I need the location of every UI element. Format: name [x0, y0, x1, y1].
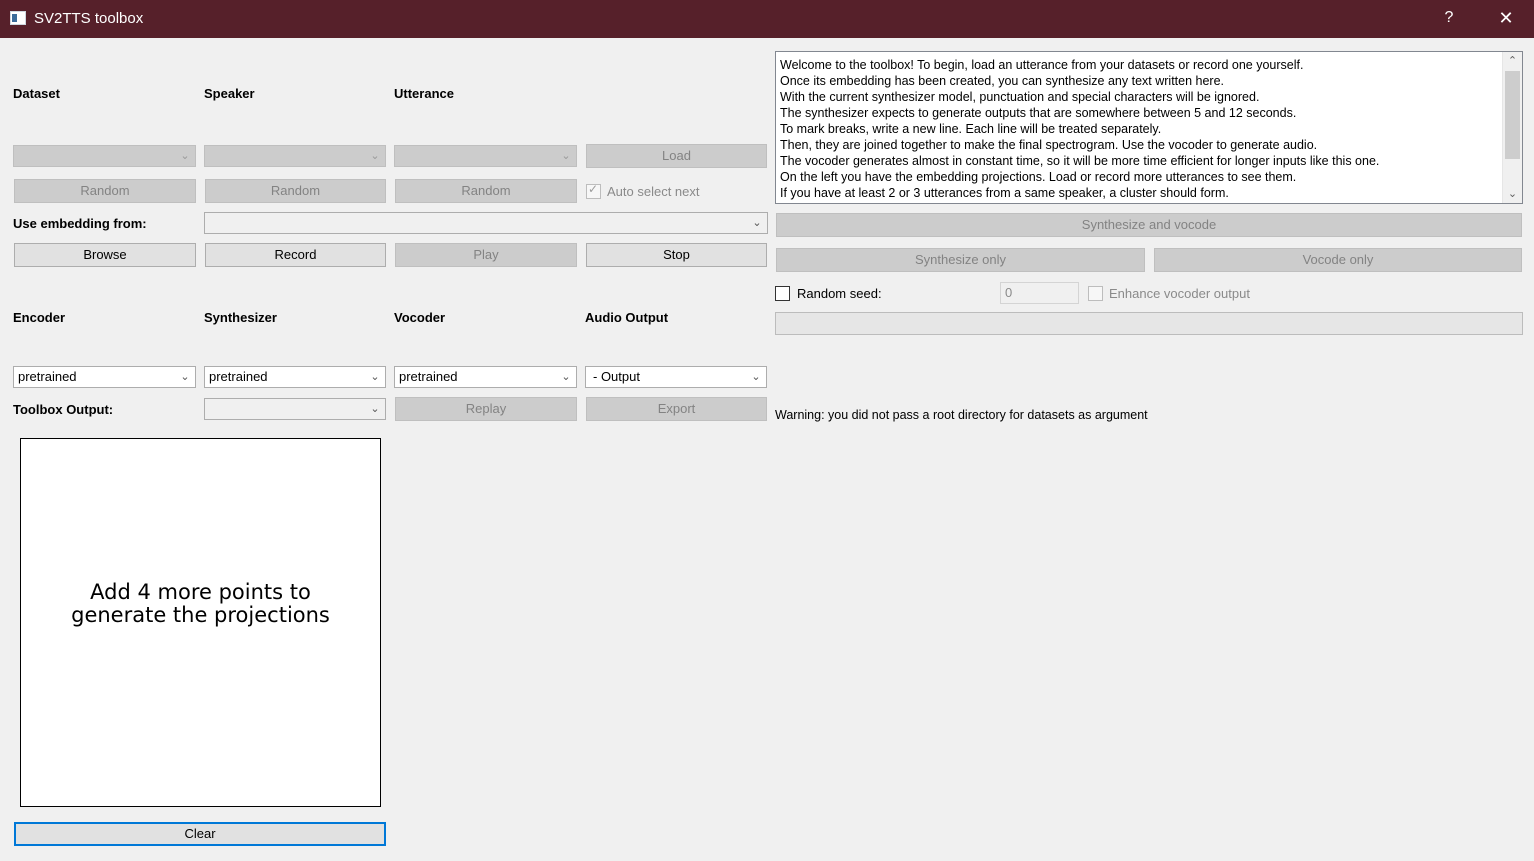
synthesizer-value: pretrained — [209, 369, 268, 384]
vocoder-label: Vocoder — [394, 310, 446, 325]
chevron-down-icon: ⌄ — [561, 150, 571, 162]
text-line: The synthesizer expects to generate outp… — [780, 106, 1297, 120]
stop-button[interactable]: Stop — [586, 243, 767, 267]
title-bar: SV2TTS toolbox ? ✕ — [0, 0, 1534, 38]
vocoder-value: pretrained — [399, 369, 458, 384]
chevron-down-icon: ⌄ — [561, 371, 571, 383]
chevron-up-icon[interactable]: ⌃ — [1503, 52, 1522, 70]
replay-button[interactable]: Replay — [395, 397, 577, 421]
export-button[interactable]: Export — [586, 397, 767, 421]
random-dataset-button[interactable]: Random — [14, 179, 196, 203]
text-line: Welcome to the toolbox! To begin, load a… — [780, 58, 1304, 72]
close-icon[interactable]: ✕ — [1496, 8, 1516, 29]
projections-message: Add 4 more points to generate the projec… — [21, 581, 380, 627]
progress-bar — [775, 312, 1523, 335]
chevron-down-icon: ⌄ — [180, 150, 190, 162]
dataset-select[interactable]: ⌄ — [13, 145, 196, 167]
embedding-select[interactable]: ⌄ — [204, 212, 768, 234]
random-seed-checkbox[interactable] — [775, 286, 790, 301]
browse-button[interactable]: Browse — [14, 243, 196, 267]
encoder-label: Encoder — [13, 310, 66, 325]
synthesizer-label: Synthesizer — [204, 310, 277, 325]
auto-select-label: Auto select next — [607, 184, 700, 199]
seed-input[interactable]: 0 — [1000, 282, 1079, 304]
random-utterance-button[interactable]: Random — [395, 179, 577, 203]
vocode-only-button[interactable]: Vocode only — [1154, 248, 1522, 272]
encoder-value: pretrained — [18, 369, 77, 384]
projections-plot: Add 4 more points to generate the projec… — [20, 438, 381, 807]
synthesize-vocode-button[interactable]: Synthesize and vocode — [776, 213, 1522, 237]
use-embedding-label: Use embedding from: — [13, 216, 147, 231]
app-icon — [10, 11, 26, 25]
chevron-down-icon: ⌄ — [370, 371, 380, 383]
random-speaker-button[interactable]: Random — [205, 179, 386, 203]
projections-message-line1: Add 4 more points to — [90, 580, 311, 604]
synthesizer-select[interactable]: pretrained ⌄ — [204, 366, 386, 388]
chevron-down-icon: ⌄ — [180, 371, 190, 383]
text-line: With the current synthesizer model, punc… — [780, 90, 1260, 104]
check-icon: ✓ — [588, 182, 599, 196]
vertical-scrollbar[interactable]: ⌃ ⌄ — [1502, 52, 1522, 203]
dataset-label: Dataset — [13, 86, 60, 101]
text-line: Then, they are joined together to make t… — [780, 138, 1318, 152]
text-input[interactable]: Welcome to the toolbox! To begin, load a… — [775, 51, 1523, 204]
record-button[interactable]: Record — [205, 243, 386, 267]
audio-output-value: - Output — [593, 369, 640, 384]
utterance-select[interactable]: ⌄ — [394, 145, 577, 167]
chevron-down-icon: ⌄ — [370, 403, 380, 415]
synthesize-only-button[interactable]: Synthesize only — [776, 248, 1145, 272]
play-button[interactable]: Play — [395, 243, 577, 267]
text-line: The vocoder generates almost in constant… — [780, 154, 1380, 168]
chevron-down-icon: ⌄ — [752, 217, 762, 229]
projections-message-line2: generate the projections — [71, 603, 330, 627]
vocoder-select[interactable]: pretrained ⌄ — [394, 366, 577, 388]
text-lines: Welcome to the toolbox! To begin, load a… — [780, 57, 1500, 201]
enhance-vocoder-label: Enhance vocoder output — [1109, 286, 1250, 301]
text-line: To mark breaks, write a new line. Each l… — [780, 122, 1162, 136]
random-seed-label: Random seed: — [797, 286, 882, 301]
window-title: SV2TTS toolbox — [34, 10, 144, 27]
speaker-select[interactable]: ⌄ — [204, 145, 386, 167]
toolbox-output-label: Toolbox Output: — [13, 402, 114, 417]
toolbox-output-select[interactable]: ⌄ — [204, 398, 386, 420]
audio-output-select[interactable]: - Output ⌄ — [585, 366, 767, 388]
enhance-vocoder-checkbox[interactable] — [1088, 286, 1103, 301]
encoder-select[interactable]: pretrained ⌄ — [13, 366, 196, 388]
audio-output-label: Audio Output — [585, 310, 669, 325]
scrollbar-thumb[interactable] — [1505, 71, 1520, 159]
text-line: If you have at least 2 or 3 utterances f… — [780, 186, 1229, 200]
load-button[interactable]: Load — [586, 144, 767, 168]
speaker-label: Speaker — [204, 86, 255, 101]
clear-button[interactable]: Clear — [14, 822, 386, 846]
auto-select-checkbox[interactable]: ✓ — [586, 182, 601, 199]
chevron-down-icon: ⌄ — [370, 150, 380, 162]
help-button[interactable]: ? — [1440, 9, 1458, 27]
text-line: On the left you have the embedding proje… — [780, 170, 1297, 184]
text-line: Once its embedding has been created, you… — [780, 74, 1225, 88]
utterance-label: Utterance — [394, 86, 454, 101]
chevron-down-icon[interactable]: ⌄ — [1503, 185, 1522, 203]
warning-text: Warning: you did not pass a root directo… — [775, 408, 1148, 422]
chevron-down-icon: ⌄ — [751, 371, 761, 383]
